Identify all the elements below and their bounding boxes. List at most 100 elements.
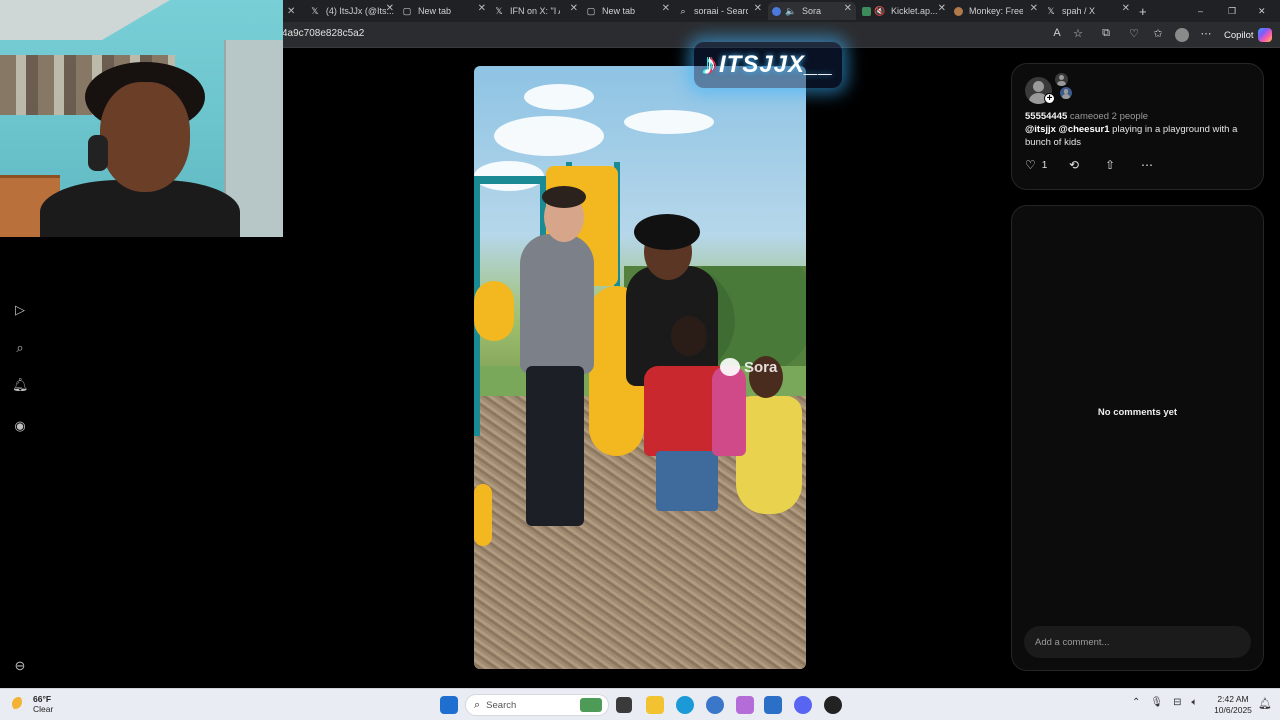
minimize-icon[interactable]: – (1198, 2, 1210, 20)
favorites-icon[interactable]: ✩ (1151, 27, 1165, 40)
more-menu-icon[interactable]: ⋯ (1199, 27, 1213, 40)
monkey-icon (954, 6, 963, 16)
close-icon[interactable]: ✕ (570, 3, 578, 14)
tab-monkey[interactable]: Monkey: Free... ✕ (954, 2, 1038, 20)
task-view-icon[interactable] (616, 697, 632, 713)
search-highlight-icon (580, 698, 602, 712)
clock[interactable]: 2:42 AM 10/6/2025 (1210, 694, 1256, 716)
search-label: Search (486, 699, 517, 711)
windows-start-icon[interactable] (440, 696, 458, 714)
read-aloud-icon[interactable]: A (1050, 27, 1064, 39)
profile-icon[interactable]: ◉ (12, 418, 28, 434)
store-icon[interactable] (764, 696, 782, 714)
app-icon[interactable] (736, 696, 754, 714)
chevron-up-icon[interactable]: ⌃ (1132, 697, 1140, 708)
sora-watermark: Sora (720, 358, 777, 376)
microphone-icon[interactable]: 🎙︎ (1150, 697, 1163, 708)
man-jeans (526, 366, 584, 526)
extensions-icon[interactable]: ⧉ (1099, 27, 1113, 40)
tab-ifn[interactable]: 𝕏 IFN on X: "I A... ✕ (494, 2, 578, 20)
volume-icon[interactable]: 🔈︎ (1191, 697, 1197, 708)
tab-kicklet[interactable]: 🔇 Kicklet.ap... ✕ (862, 2, 946, 20)
tab-label: New tab (418, 6, 452, 16)
cameo-text: cameoed 2 people (1069, 111, 1149, 122)
video-player[interactable]: Sora (474, 66, 806, 669)
weather-widget[interactable]: 66°F Clear (12, 694, 53, 714)
clock-time: 2:42 AM (1217, 694, 1249, 704)
post-username[interactable]: 55554445 (1025, 111, 1067, 122)
remix-icon: ⟲ (1069, 158, 1080, 172)
man-grey-hoodie (520, 234, 594, 374)
new-tab-button[interactable]: + (1139, 2, 1153, 20)
discord-icon[interactable] (794, 696, 812, 714)
file-explorer-icon[interactable] (646, 696, 664, 714)
cameo-avatar[interactable] (1060, 87, 1072, 99)
remix-button[interactable]: ⟲ (1069, 158, 1079, 172)
webcam-person-face (100, 82, 190, 192)
follow-plus-icon[interactable]: + (1044, 93, 1055, 104)
post-caption: @itsjjx @cheesur1 playing in a playgroun… (1025, 123, 1250, 149)
restore-icon[interactable]: ❐ (1228, 2, 1240, 20)
close-icon[interactable]: ✕ (754, 3, 762, 14)
tab-close-button[interactable]: ✕ (287, 2, 299, 20)
window-close-icon[interactable]: ✕ (1258, 2, 1270, 20)
tab-label: soraai - Search (694, 6, 748, 16)
close-icon[interactable]: ✕ (1030, 3, 1038, 14)
settings-icon[interactable]: ⊖ (12, 658, 28, 674)
streamer-watermark: ♪ ITSJJX__ (694, 42, 842, 88)
obs-icon[interactable] (824, 696, 842, 714)
webcam-headset (88, 135, 108, 171)
taskbar-search[interactable]: ⌕ Search (465, 694, 609, 716)
copilot-label: Copilot (1224, 29, 1254, 41)
tab-itsjjx[interactable]: 𝕏 (4) ItsJJx (@Its... ✕ (310, 2, 394, 20)
caption-mentions[interactable]: @itsjjx @cheesur1 (1025, 124, 1110, 135)
comment-input[interactable] (1024, 626, 1251, 658)
tab-label: spah / X (1062, 6, 1096, 16)
tab-new-1[interactable]: ▢ New tab ✕ (402, 2, 486, 20)
yellow-slide (474, 281, 514, 341)
kid-pink-shirt (712, 366, 746, 456)
notification-bell-icon[interactable]: 🔔︎ (1258, 697, 1272, 710)
share-icon: ⇧ (1105, 158, 1116, 172)
profile-avatar[interactable] (1175, 28, 1189, 42)
tab-new-2[interactable]: ▢ New tab ✕ (586, 2, 670, 20)
heart-icon: ♡ (1025, 158, 1036, 172)
network-icon[interactable]: ⊟ (1173, 697, 1181, 708)
close-icon[interactable]: ✕ (386, 3, 394, 14)
share-button[interactable]: ⇧ (1105, 158, 1115, 172)
copilot-button[interactable]: Copilot (1220, 25, 1276, 45)
post-meta: 55554445 cameoed 2 people (1025, 110, 1255, 123)
avatar-head (1033, 81, 1044, 93)
avatar-head (1063, 88, 1069, 94)
cloud (524, 84, 594, 110)
tab-soraai-search[interactable]: ⌕ soraai - Search ✕ (678, 2, 762, 20)
close-icon[interactable]: ✕ (662, 3, 670, 14)
close-icon[interactable]: ✕ (1122, 3, 1130, 14)
close-icon[interactable]: ✕ (938, 3, 946, 14)
muted-speaker-icon[interactable]: 🔇 (874, 6, 885, 16)
like-button[interactable]: ♡ 1 (1025, 158, 1047, 172)
tab-sora[interactable]: 🔈 Sora ✕ (768, 2, 856, 20)
cameo-avatar[interactable] (1055, 73, 1068, 86)
tab-label: (4) ItsJJx (@Its... (325, 6, 394, 16)
edge-icon[interactable] (676, 696, 694, 714)
like-count: 1 (1041, 159, 1048, 171)
play-icon[interactable]: ▷ (12, 302, 28, 318)
x-logo-icon: 𝕏 (495, 5, 503, 16)
url-field[interactable]: 4a9c708e828c5a2 (282, 28, 364, 39)
close-icon[interactable]: ✕ (844, 3, 852, 14)
speaker-icon[interactable]: 🔈 (785, 6, 796, 16)
clock-date: 10/6/2025 (1214, 705, 1252, 715)
notification-bell-icon[interactable]: 🔔︎ (12, 377, 29, 393)
tab-label: Monkey: Free... (969, 6, 1023, 16)
browser-essentials-icon[interactable]: ♡ (1127, 27, 1141, 40)
close-icon[interactable]: ✕ (478, 3, 486, 14)
search-icon[interactable]: ⌕ (12, 340, 28, 356)
x-logo-icon: 𝕏 (1047, 5, 1055, 16)
more-options-button[interactable]: ⋯ (1141, 158, 1153, 172)
app-icon[interactable] (706, 696, 724, 714)
man-hair (634, 214, 700, 250)
avatar-body (1056, 80, 1067, 86)
favorite-star-icon[interactable]: ☆ (1071, 27, 1085, 40)
tab-spah[interactable]: 𝕏 spah / X ✕ (1046, 2, 1130, 20)
